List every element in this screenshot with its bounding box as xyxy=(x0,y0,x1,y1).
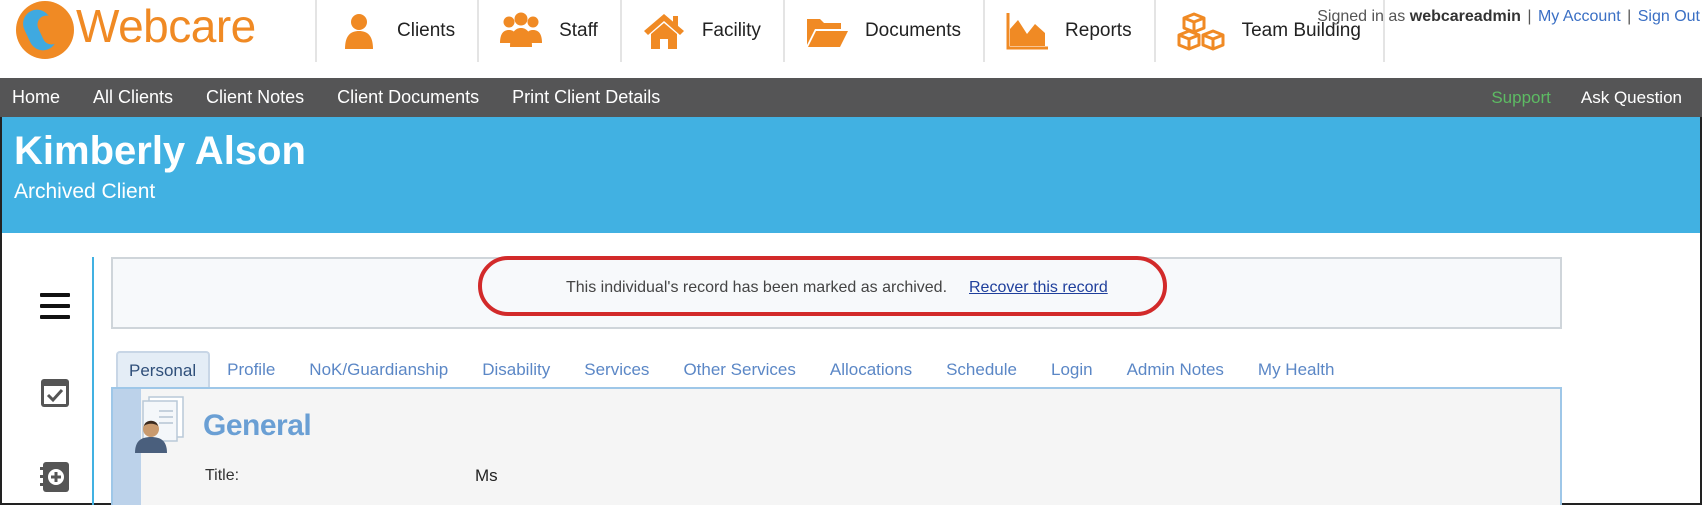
group-icon xyxy=(500,12,543,47)
house-icon xyxy=(643,14,684,49)
nav-staff[interactable]: Staff xyxy=(477,0,620,62)
personal-panel: General Title: Ms xyxy=(111,387,1562,505)
support-link[interactable]: Support xyxy=(1491,88,1551,108)
separator: | xyxy=(1527,8,1532,25)
add-note-icon[interactable] xyxy=(38,460,72,494)
subnav-home[interactable]: Home xyxy=(12,87,60,108)
tab-schedule[interactable]: Schedule xyxy=(929,351,1034,389)
nav-label: Staff xyxy=(559,20,598,41)
title-field-value: Ms xyxy=(475,466,498,485)
section-title: General xyxy=(203,409,312,442)
client-header: Kimberly Alson Archived Client xyxy=(2,117,1700,233)
tab-admin-notes[interactable]: Admin Notes xyxy=(1110,351,1241,389)
boxes-icon xyxy=(1177,12,1225,51)
nav-reports[interactable]: Reports xyxy=(983,0,1154,62)
subnav-right: Support Ask Question xyxy=(1491,78,1682,117)
nav-label: Documents xyxy=(864,20,962,41)
area-chart-icon xyxy=(1006,13,1049,50)
main-nav: Clients Staff Facility Documents Reports… xyxy=(315,0,1385,62)
subnav-client-notes[interactable]: Client Notes xyxy=(206,87,304,108)
person-icon xyxy=(345,14,373,49)
username: webcareadmin xyxy=(1409,8,1521,25)
rail-divider xyxy=(92,257,94,505)
subnav-print-client-details[interactable]: Print Client Details xyxy=(512,87,660,108)
tab-personal[interactable]: Personal xyxy=(116,351,211,389)
tab-other-services[interactable]: Other Services xyxy=(666,351,812,389)
tab-disability[interactable]: Disability xyxy=(465,351,567,389)
tab-nok-guardianship[interactable]: NoK/Guardianship xyxy=(292,351,465,389)
logo-mark-icon xyxy=(16,1,74,59)
client-status: Archived Client xyxy=(14,180,156,203)
sub-nav: Home All Clients Client Notes Client Doc… xyxy=(0,78,1702,117)
title-field-label: Title: xyxy=(205,467,240,484)
sign-out-link[interactable]: Sign Out xyxy=(1638,8,1700,25)
tab-allocations[interactable]: Allocations xyxy=(813,351,929,389)
menu-icon[interactable] xyxy=(38,289,72,323)
tab-bar: Personal Profile NoK/Guardianship Disabi… xyxy=(116,351,1351,389)
logo-text: Webcare xyxy=(76,0,256,52)
calendar-check-icon[interactable] xyxy=(38,376,72,410)
separator: | xyxy=(1627,8,1632,25)
nav-clients[interactable]: Clients xyxy=(315,0,477,62)
client-name: Kimberly Alson xyxy=(14,129,306,173)
nav-label: Facility xyxy=(701,20,761,41)
logo[interactable]: Webcare xyxy=(16,0,256,60)
ask-question-link[interactable]: Ask Question xyxy=(1581,88,1682,108)
user-card-icon xyxy=(135,396,184,453)
subnav-client-documents[interactable]: Client Documents xyxy=(337,87,479,108)
folder-icon xyxy=(806,19,848,47)
subnav-all-clients[interactable]: All Clients xyxy=(93,87,173,108)
nav-facility[interactable]: Facility xyxy=(619,0,783,62)
account-area: Signed in as webcareadmin | My Account |… xyxy=(1317,8,1700,26)
tab-profile[interactable]: Profile xyxy=(210,351,292,389)
nav-label: Reports xyxy=(1065,20,1132,41)
highlight-annotation xyxy=(478,256,1167,316)
nav-documents[interactable]: Documents xyxy=(782,0,983,62)
top-bar: Webcare Clients Staff Facility Documents… xyxy=(0,0,1702,78)
signed-in-prefix: Signed in as xyxy=(1317,8,1406,25)
tab-login[interactable]: Login xyxy=(1034,351,1110,389)
tab-services[interactable]: Services xyxy=(567,351,666,389)
my-account-link[interactable]: My Account xyxy=(1538,8,1621,25)
tab-my-health[interactable]: My Health xyxy=(1241,351,1352,389)
nav-label: Clients xyxy=(397,20,456,41)
